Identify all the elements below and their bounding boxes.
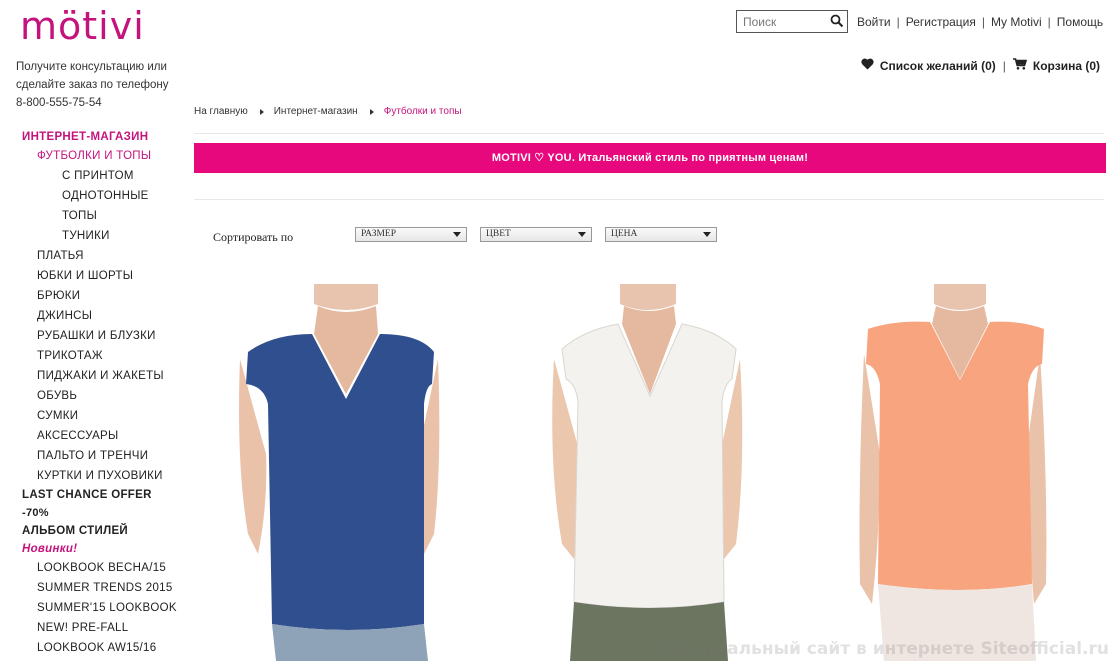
consult-line-1: Получите консультацию или: [16, 61, 167, 73]
sidebar-item-print[interactable]: С ПРИНТОМ: [62, 170, 134, 182]
sidebar-item-jackets-blazers[interactable]: ПИДЖАКИ И ЖАКЕТЫ: [37, 370, 164, 382]
price-select[interactable]: ЦЕНА: [605, 227, 717, 242]
caret-down-icon: [578, 232, 586, 237]
divider: |: [1047, 15, 1051, 29]
login-link[interactable]: Войти: [857, 15, 891, 29]
divider: |: [981, 15, 985, 29]
sidebar-item-skirts-shorts[interactable]: ЮБКИ И ШОРТЫ: [37, 270, 133, 282]
register-link[interactable]: Регистрация: [906, 15, 976, 29]
chevron-right-icon: [259, 108, 264, 115]
sidebar-item-lookbook-aw1516[interactable]: LOOKBOOK AW15/16: [37, 642, 156, 654]
product-image: [552, 284, 743, 661]
sidebar-item-accessories[interactable]: АКСЕССУАРЫ: [37, 430, 119, 442]
sidebar-item-style-album[interactable]: АЛЬБОМ СТИЛЕЙ: [22, 525, 128, 537]
sidebar-item-coats-trench[interactable]: ПАЛЬТО И ТРЕНЧИ: [37, 450, 148, 462]
cart-link[interactable]: Корзина (0): [1033, 59, 1100, 73]
promo-banner: MOTIVI ♡ YOU. Итальянский стиль по прият…: [194, 143, 1106, 173]
sidebar-item-tunics[interactable]: ТУНИКИ: [62, 230, 110, 242]
product-card-peach-top[interactable]: [850, 284, 1055, 661]
divider: |: [1002, 58, 1006, 73]
divider: |: [896, 15, 900, 29]
sidebar-item-summer-lookbook[interactable]: SUMMER'15 LOOKBOOK: [37, 602, 177, 614]
sidebar-item-pre-fall[interactable]: NEW! PRE-FALL: [37, 622, 128, 634]
sidebar-item-minus-70[interactable]: -70%: [22, 507, 49, 519]
cart-icon: [1012, 58, 1033, 73]
search-input[interactable]: [743, 12, 829, 31]
price-select-value: ЦЕНА: [611, 229, 638, 239]
product-card-white-top[interactable]: [540, 284, 760, 661]
color-select-value: ЦВЕТ: [486, 229, 511, 239]
caret-down-icon: [703, 232, 711, 237]
product-image: [859, 284, 1047, 661]
product-image: [239, 284, 440, 661]
sidebar-item-summer-trends[interactable]: SUMMER TRENDS 2015: [37, 582, 173, 594]
top-nav: Войти | Регистрация | My Motivi | Помощь: [857, 15, 1103, 29]
breadcrumb: На главную Интернет-магазин Футболки и т…: [194, 106, 462, 117]
sidebar-item-shoes[interactable]: ОБУВЬ: [37, 390, 77, 402]
heart-icon: [861, 58, 880, 73]
consult-line-2: сделайте заказ по телефону: [16, 79, 169, 91]
sidebar-item-knitwear[interactable]: ТРИКОТАЖ: [37, 350, 103, 362]
divider: [194, 133, 1104, 134]
sidebar-item-shirts-blouses[interactable]: РУБАШКИ И БЛУЗКИ: [37, 330, 156, 342]
caret-down-icon: [453, 232, 461, 237]
color-select[interactable]: ЦВЕТ: [480, 227, 592, 242]
help-link[interactable]: Помощь: [1057, 15, 1103, 29]
sidebar-item-tshirts-tops[interactable]: ФУТБОЛКИ И ТОПЫ: [37, 150, 151, 162]
divider: [194, 199, 1104, 200]
user-bar: Список желаний (0) | Корзина (0): [861, 58, 1100, 73]
sidebar-item-last-chance[interactable]: LAST CHANCE OFFER: [22, 489, 152, 501]
sidebar-item-new[interactable]: Новинки!: [22, 543, 77, 555]
phone-number: 8-800-555-75-54: [16, 97, 102, 109]
consultation-info: Получите консультацию или сделайте заказ…: [16, 58, 186, 112]
breadcrumb-shop[interactable]: Интернет-магазин: [274, 106, 358, 117]
breadcrumb-home[interactable]: На главную: [194, 106, 248, 117]
sidebar-item-lookbook-spring15[interactable]: LOOKBOOK ВЕСНА/15: [37, 562, 166, 574]
product-card-blue-top[interactable]: [228, 284, 468, 661]
search-icon[interactable]: [830, 14, 844, 28]
motivi-logo[interactable]: mötivi: [20, 4, 145, 48]
wishlist-link[interactable]: Список желаний (0): [880, 59, 996, 73]
sidebar-item-dresses[interactable]: ПЛАТЬЯ: [37, 250, 84, 262]
sort-label: Сортировать по: [213, 230, 294, 244]
chevron-right-icon: [369, 108, 374, 115]
sidebar-item-internet-shop[interactable]: ИНТЕРНЕТ-МАГАЗИН: [22, 131, 148, 143]
search-box: [736, 10, 848, 33]
breadcrumb-current: Футболки и топы: [383, 106, 462, 117]
watermark: Официальный сайт в интернете Siteofficia…: [659, 639, 1109, 659]
my-motivi-link[interactable]: My Motivi: [991, 15, 1042, 29]
size-select[interactable]: РАЗМЕР: [355, 227, 467, 242]
sidebar-item-trousers[interactable]: БРЮКИ: [37, 290, 80, 302]
sidebar-item-bags[interactable]: СУМКИ: [37, 410, 78, 422]
sidebar-item-plain[interactable]: ОДНОТОННЫЕ: [62, 190, 149, 202]
size-select-value: РАЗМЕР: [361, 229, 396, 239]
sidebar-item-jeans[interactable]: ДЖИНСЫ: [37, 310, 92, 322]
sidebar-item-tops[interactable]: ТОПЫ: [62, 210, 97, 222]
sidebar-item-jackets-down[interactable]: КУРТКИ И ПУХОВИКИ: [37, 470, 163, 482]
